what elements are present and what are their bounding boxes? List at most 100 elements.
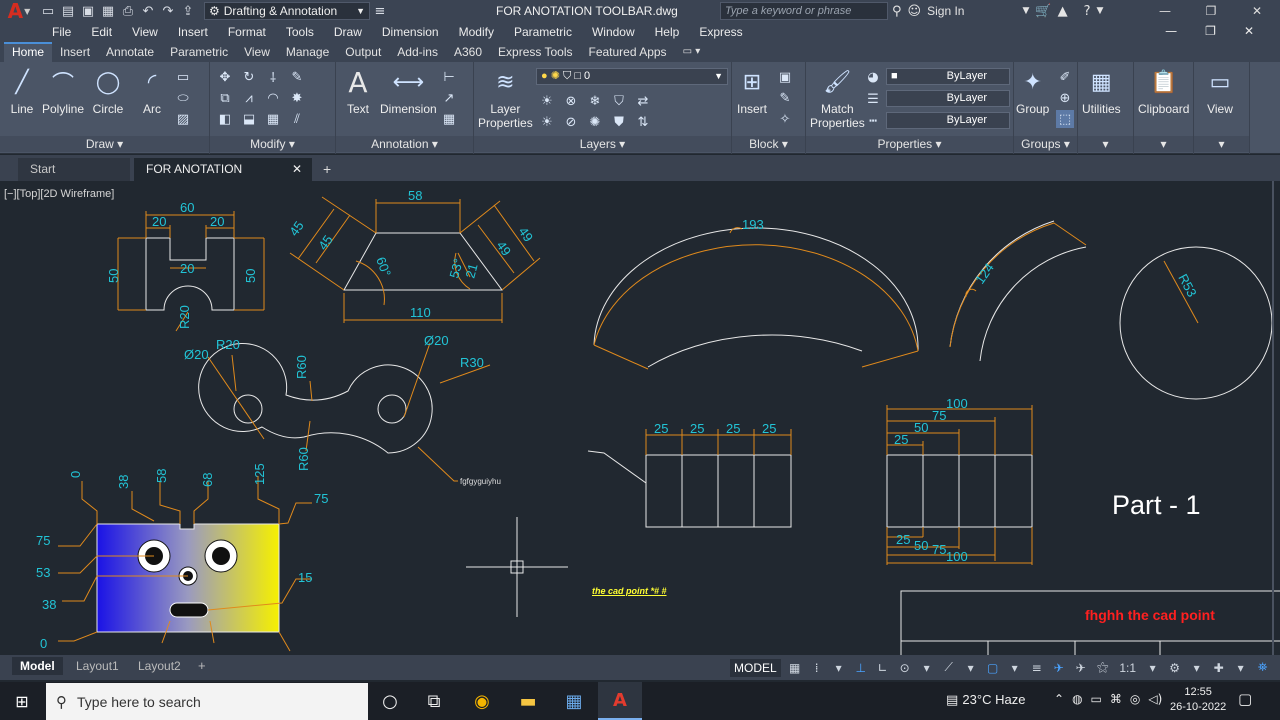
- lineweight-toggle-icon[interactable]: ≡: [1029, 659, 1045, 677]
- ribbon-options-icon[interactable]: ▭ ▾: [675, 42, 709, 62]
- application-menu-button[interactable]: A ▼: [0, 0, 38, 23]
- autocad-taskbar-icon[interactable]: A: [598, 682, 642, 720]
- layer-lock-icon[interactable]: ⛉: [610, 92, 628, 110]
- mirror-icon[interactable]: ⩘: [240, 89, 258, 107]
- start-tab[interactable]: Start: [18, 158, 130, 181]
- weather-widget[interactable]: ▤ 23°C Haze: [946, 692, 1025, 708]
- tab-addins[interactable]: Add-ins: [389, 42, 446, 62]
- copy-icon[interactable]: ⧉: [216, 89, 234, 107]
- annotation-visibility-icon[interactable]: ✈: [1051, 659, 1067, 677]
- snap-icon[interactable]: ⁞: [809, 659, 825, 677]
- chevron-down-icon[interactable]: ▾: [919, 659, 935, 677]
- create-block-icon[interactable]: ▣: [776, 68, 794, 86]
- tab-featured-apps[interactable]: Featured Apps: [581, 42, 675, 62]
- chevron-down-icon[interactable]: ▾: [1145, 659, 1161, 677]
- tab-a360[interactable]: A360: [446, 42, 490, 62]
- layer-walk-icon[interactable]: ⇅: [634, 113, 652, 131]
- menu-dimension[interactable]: Dimension: [382, 25, 439, 39]
- hatch-icon[interactable]: ▨: [174, 110, 192, 128]
- save-icon[interactable]: ▣: [78, 0, 98, 22]
- tab-parametric[interactable]: Parametric: [162, 42, 236, 62]
- cortana-icon[interactable]: ○: [368, 682, 412, 720]
- utilities-expand-icon[interactable]: ▾: [1078, 136, 1133, 152]
- group-tool[interactable]: ✦ Group: [1016, 66, 1049, 117]
- arc-tool[interactable]: ◜ Arc: [136, 66, 168, 117]
- workspace-gear-icon[interactable]: ⚙: [1167, 659, 1183, 677]
- task-view-icon[interactable]: ⧉: [412, 682, 456, 720]
- close-icon[interactable]: ✕: [292, 158, 302, 181]
- volume-icon[interactable]: ◁): [1148, 692, 1162, 706]
- tab-express-tools[interactable]: Express Tools: [490, 42, 580, 62]
- restore-icon[interactable]: ❐: [1205, 24, 1216, 38]
- trim-icon[interactable]: ⸸: [264, 68, 282, 86]
- cad-drawing[interactable]: 60 20 20 20 50 50 R20 58 45 45 49 49 60°…: [0, 181, 1280, 655]
- view-panel[interactable]: ▭ View ▾: [1194, 62, 1250, 154]
- share-icon[interactable]: ⇪: [178, 0, 198, 22]
- menu-view[interactable]: View: [132, 25, 158, 39]
- clock[interactable]: 12:55 26-10-2022: [1170, 685, 1226, 715]
- annotation-panel-label[interactable]: Annotation ▾: [336, 136, 473, 152]
- clipboard-tool[interactable]: 📋 Clipboard: [1138, 66, 1189, 117]
- layer-unlock-icon[interactable]: ⛊: [610, 113, 628, 131]
- cart-icon[interactable]: 🛒: [1035, 4, 1051, 19]
- layer-dropdown[interactable]: ● ✺ ⛉ □ 0 ▼: [536, 68, 728, 85]
- layer-off-icon[interactable]: ☀: [538, 92, 556, 110]
- tab-home[interactable]: Home: [4, 42, 53, 62]
- draw-panel-label[interactable]: Draw ▾: [0, 136, 209, 152]
- open-folder-icon[interactable]: ▤: [58, 0, 78, 22]
- menu-tools[interactable]: Tools: [286, 25, 314, 39]
- redo-icon[interactable]: ↷: [158, 0, 178, 22]
- binoculars-icon[interactable]: ⚲: [892, 4, 902, 19]
- linetype-dropdown[interactable]: ByLayer: [886, 90, 1010, 107]
- drawing-canvas[interactable]: [−][Top][2D Wireframe] 60 20 20 20 50 50…: [0, 181, 1280, 655]
- offset-icon[interactable]: ⫽: [288, 110, 306, 128]
- new-tab-button[interactable]: +: [316, 158, 342, 181]
- close-icon[interactable]: ✕: [1234, 0, 1280, 22]
- chevron-down-icon[interactable]: ▾: [1233, 659, 1249, 677]
- chevron-down-icon[interactable]: ▾: [963, 659, 979, 677]
- polar-tracking-icon[interactable]: ⊙: [897, 659, 913, 677]
- scale-icon[interactable]: ⬓: [240, 110, 258, 128]
- menu-format[interactable]: Format: [228, 25, 266, 39]
- exchange-icon[interactable]: ▲: [1058, 4, 1068, 19]
- ortho-icon[interactable]: ∟: [875, 659, 891, 677]
- calculator-app-icon[interactable]: ▦: [552, 682, 596, 720]
- polyline-tool[interactable]: ⌒ Polyline: [42, 66, 84, 116]
- layer-properties-tool[interactable]: ≋ Layer Properties: [478, 66, 533, 131]
- taskbar-search-input[interactable]: ⚲ Type here to search: [46, 683, 368, 720]
- network-icon[interactable]: ⌘: [1110, 692, 1122, 706]
- move-icon[interactable]: ✥: [216, 68, 234, 86]
- close-icon[interactable]: ✕: [1244, 24, 1254, 38]
- menu-modify[interactable]: Modify: [459, 25, 494, 39]
- chevron-down-icon[interactable]: ▾: [831, 659, 847, 677]
- tab-insert[interactable]: Insert: [52, 42, 98, 62]
- rotate-icon[interactable]: ↻: [240, 68, 258, 86]
- tab-view[interactable]: View: [236, 42, 278, 62]
- document-tab[interactable]: FOR ANOTATION TOOLBAR*✕: [134, 158, 312, 199]
- edit-block-icon[interactable]: ✎: [776, 89, 794, 107]
- minimize-icon[interactable]: —: [1165, 24, 1177, 38]
- notification-icon[interactable]: ▢: [1238, 690, 1252, 708]
- layer-freeze-icon[interactable]: ❄: [586, 92, 604, 110]
- dimension-tool[interactable]: ⟷ Dimension: [380, 66, 437, 117]
- scale-value[interactable]: 1:1: [1117, 659, 1139, 677]
- sign-in-button[interactable]: Sign In: [927, 4, 964, 18]
- isometric-icon[interactable]: ⟋: [941, 659, 957, 677]
- auto-scale-icon[interactable]: ✈: [1073, 659, 1089, 677]
- menu-parametric[interactable]: Parametric: [514, 25, 572, 39]
- match-properties-tool[interactable]: 🖌 Match Properties: [810, 66, 865, 131]
- chrome-icon[interactable]: ◉: [460, 682, 504, 720]
- rectangle-icon[interactable]: ▭: [174, 68, 192, 86]
- infer-constraints-icon[interactable]: ⊥: [853, 659, 869, 677]
- modify-panel-label[interactable]: Modify ▾: [210, 136, 335, 152]
- chevron-up-icon[interactable]: ⌃: [1054, 692, 1064, 706]
- groups-panel-label[interactable]: Groups ▾: [1014, 136, 1077, 152]
- layer-unisolate-icon[interactable]: ⊘: [562, 113, 580, 131]
- chevron-down-icon[interactable]: ▾: [1007, 659, 1023, 677]
- search-input[interactable]: Type a keyword or phrase: [720, 2, 888, 20]
- utilities-panel[interactable]: ▦ Utilities ▾: [1078, 62, 1134, 154]
- table-icon[interactable]: ▦: [440, 110, 458, 128]
- layer-thaw-icon[interactable]: ✺: [586, 113, 604, 131]
- leader-icon[interactable]: ↗: [440, 89, 458, 107]
- block-panel-label[interactable]: Block ▾: [732, 136, 805, 152]
